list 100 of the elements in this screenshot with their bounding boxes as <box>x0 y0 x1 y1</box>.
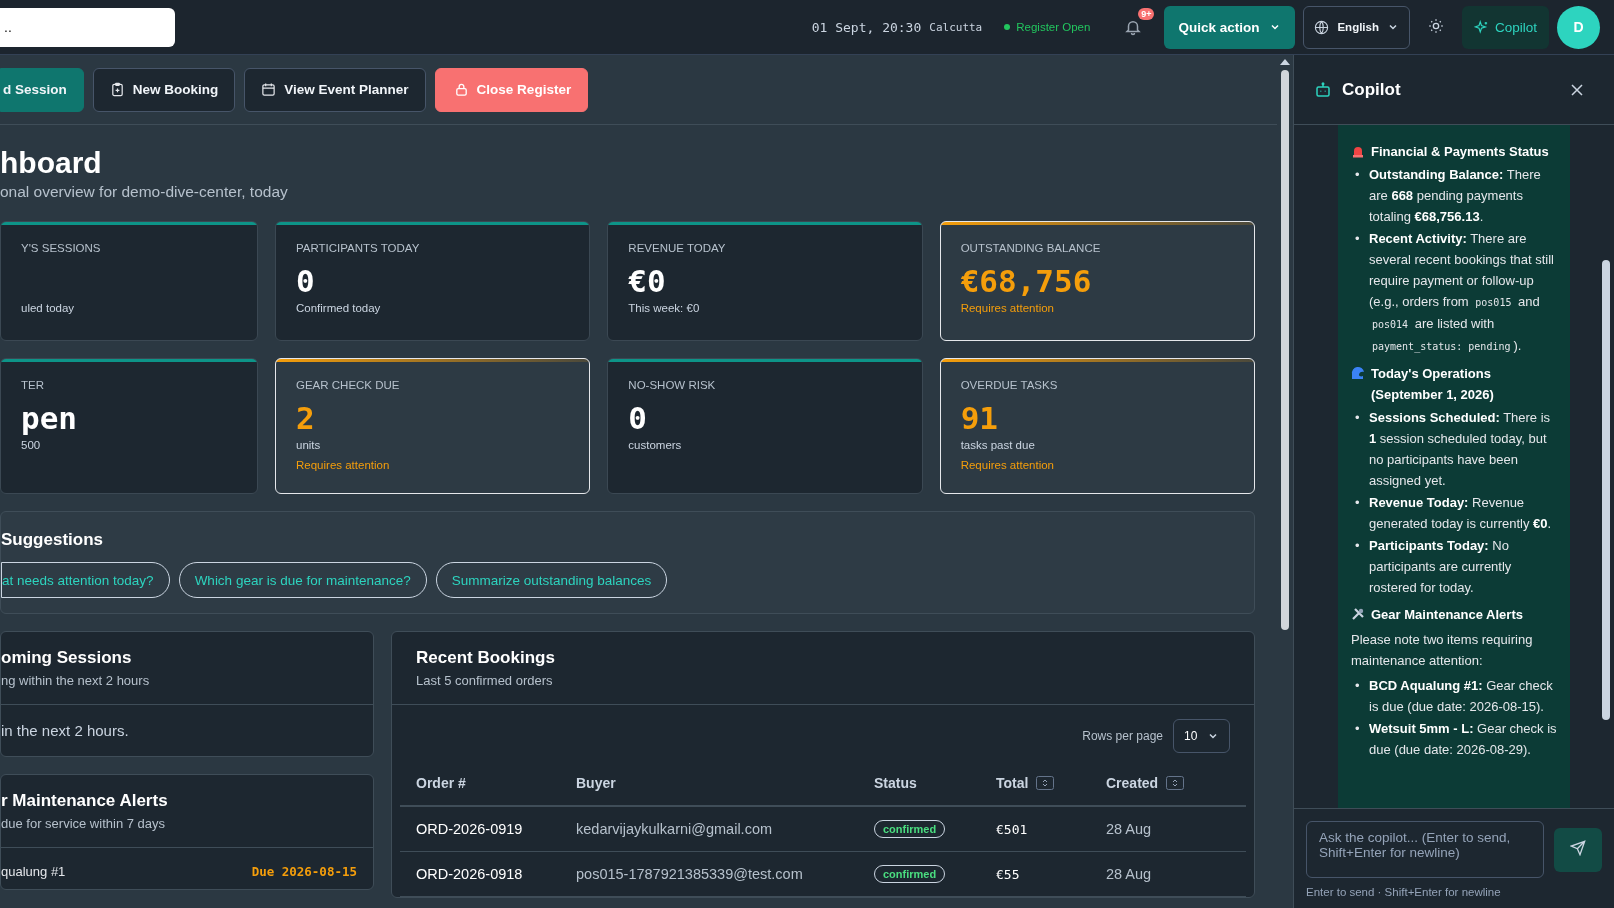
action-button[interactable]: New Booking <box>92 67 236 112</box>
globe-icon <box>1314 19 1330 35</box>
sort-icon[interactable] <box>1036 776 1055 790</box>
panel-title: r Maintenance Alerts <box>1 791 169 811</box>
date-time: 01 Sept, 20:30 <box>811 19 922 35</box>
attention-label: Requires attention <box>296 459 391 471</box>
column-header[interactable]: Total <box>996 775 1029 791</box>
bullet-marker: • <box>1355 230 1361 248</box>
notification-badge: 9+ <box>1138 8 1155 20</box>
column-header: Order # <box>416 775 466 791</box>
message-bullet: Sessions Scheduled: There is 1 session scheduled today, but no participants have been assigned yet. <box>1369 409 1552 490</box>
stat-note: This week: €0 <box>628 302 701 314</box>
column-header: Buyer <box>576 775 616 791</box>
action-button[interactable]: View Event Planner <box>244 67 426 112</box>
stat-value: pen <box>21 399 78 438</box>
panel-title: oming Sessions <box>1 648 133 668</box>
stat-note: uled today <box>21 302 76 314</box>
message-heading: Financial & Payments Status <box>1371 143 1549 161</box>
message-bullet: Outstanding Balance: There are 668 pending payments totaling €68,756.13. <box>1369 166 1542 226</box>
stat-value: €68,756 <box>960 262 1093 301</box>
stat-note: tasks past due <box>960 439 1036 451</box>
tools-icon <box>1351 607 1365 621</box>
table-cell: ORD-2026-0918 <box>416 866 523 882</box>
sparkle-icon <box>1473 19 1489 35</box>
stat-note: customers <box>628 439 683 451</box>
table-cell: pos015-1787921385339@test.com <box>576 866 803 882</box>
table-cell: 28 Aug <box>1106 866 1152 882</box>
stat-note: Confirmed today <box>296 302 382 314</box>
register-status: Register Open <box>1004 21 1091 33</box>
send-icon <box>1570 840 1586 856</box>
stat-note: units <box>296 439 322 451</box>
empty-message: in the next 2 hours. <box>1 721 130 741</box>
rows-per-page-select[interactable]: 10 <box>1173 719 1230 753</box>
column-header: Status <box>874 775 917 791</box>
bell-icon[interactable] <box>1124 18 1143 36</box>
page-subtitle: onal overview for demo-dive-center, today <box>0 183 289 201</box>
table-cell: €501 <box>996 822 1028 837</box>
close-icon[interactable] <box>1570 82 1584 97</box>
sun-icon[interactable] <box>1427 17 1444 34</box>
message-heading: Today's Operations (September 1, 2026) <box>1371 365 1495 404</box>
message-bullet: BCD Aqualung #1: Gear check is due (due date: 2026-08-15). <box>1369 677 1554 716</box>
table-cell: kedarvijaykulkarni@gmail.com <box>576 821 773 837</box>
wave-icon <box>1351 366 1365 380</box>
sort-icon[interactable] <box>1166 776 1185 790</box>
stat-label: OVERDUE TASKS <box>960 379 1059 391</box>
table-cell: 28 Aug <box>1106 821 1152 837</box>
panel-subtitle: ng within the next 2 hours <box>1 673 151 688</box>
stat-value: 0 <box>296 262 316 301</box>
stat-label: TER <box>21 379 45 391</box>
message-bullet: Recent Activity: There are several recent bookings that still require payment or follow-up (e.g., orders from pos015 and pos014 are listed with payment_status: pending ). <box>1369 230 1555 355</box>
calendar-icon <box>261 82 277 97</box>
stat-label: Y'S SESSIONS <box>21 242 102 254</box>
message-heading: Gear Maintenance Alerts <box>1371 606 1523 624</box>
message-bullet: Participants Today: No participants are currently rostered for today. <box>1369 537 1513 597</box>
gear-name: qualung #1 <box>1 864 66 879</box>
column-header[interactable]: Created <box>1106 775 1159 791</box>
panel-title: Recent Bookings <box>416 648 556 668</box>
input-hint: Enter to send · Shift+Enter for newline <box>1306 886 1502 898</box>
bullet-marker: • <box>1355 166 1361 184</box>
bullet-marker: • <box>1355 677 1361 695</box>
panel-subtitle: due for service within 7 days <box>1 816 167 831</box>
panel-subtitle: Last 5 confirmed orders <box>416 673 554 688</box>
message-bullet: Revenue Today: Revenue generated today is currently €0. <box>1369 494 1553 533</box>
attention-label: Requires attention <box>960 459 1055 471</box>
lock-icon <box>453 82 469 97</box>
stat-value: 0 <box>628 399 648 438</box>
suggestions-title: Suggestions <box>1 530 104 550</box>
robot-icon <box>1314 80 1332 99</box>
stat-value: 2 <box>296 399 316 438</box>
rows-per-page-label: Rows per page <box>1082 729 1163 743</box>
stat-label: PARTICIPANTS TODAY <box>296 242 421 254</box>
quick-action-button[interactable]: Quick action <box>1164 5 1296 49</box>
bullet-marker: • <box>1355 720 1361 738</box>
table-cell: €55 <box>996 867 1020 882</box>
stat-label: OUTSTANDING BALANCE <box>960 242 1102 254</box>
siren-icon <box>1351 144 1365 158</box>
stat-value: 91 <box>960 399 999 438</box>
copilot-button[interactable]: Copilot <box>1461 5 1549 49</box>
language-select[interactable]: English <box>1303 5 1410 49</box>
stat-label: REVENUE TODAY <box>628 242 727 254</box>
stat-label: NO-SHOW RISK <box>628 379 717 391</box>
page-title: hboard <box>0 145 103 181</box>
send-button[interactable] <box>1554 827 1602 872</box>
table-cell: ORD-2026-0919 <box>416 821 523 837</box>
due-date: Due 2026-08-15 <box>251 864 357 879</box>
timezone-label: Calcutta <box>929 20 983 34</box>
action-button[interactable]: d Session <box>0 67 84 112</box>
message-bullet: Wetsuit 5mm - L: Gear check is due (due date: 2026-08-29). <box>1369 720 1558 759</box>
scrollbar[interactable] <box>1277 55 1293 908</box>
bullet-marker: • <box>1355 537 1361 555</box>
stat-value: €0 <box>628 262 667 301</box>
message-input[interactable]: Ask the copilot... (Enter to send, Shift+Enter for newline) <box>1306 821 1544 878</box>
stat-note: 500 <box>21 439 42 451</box>
bullet-marker: • <box>1355 494 1361 512</box>
attention-label: Requires attention <box>960 302 1055 314</box>
copilot-title: Copilot <box>1342 79 1401 100</box>
message-paragraph: Please note two items requiring maintenance attention: <box>1351 631 1534 670</box>
stat-label: GEAR CHECK DUE <box>296 379 401 391</box>
search-field[interactable]: .. <box>0 7 175 47</box>
bullet-marker: • <box>1355 409 1361 427</box>
